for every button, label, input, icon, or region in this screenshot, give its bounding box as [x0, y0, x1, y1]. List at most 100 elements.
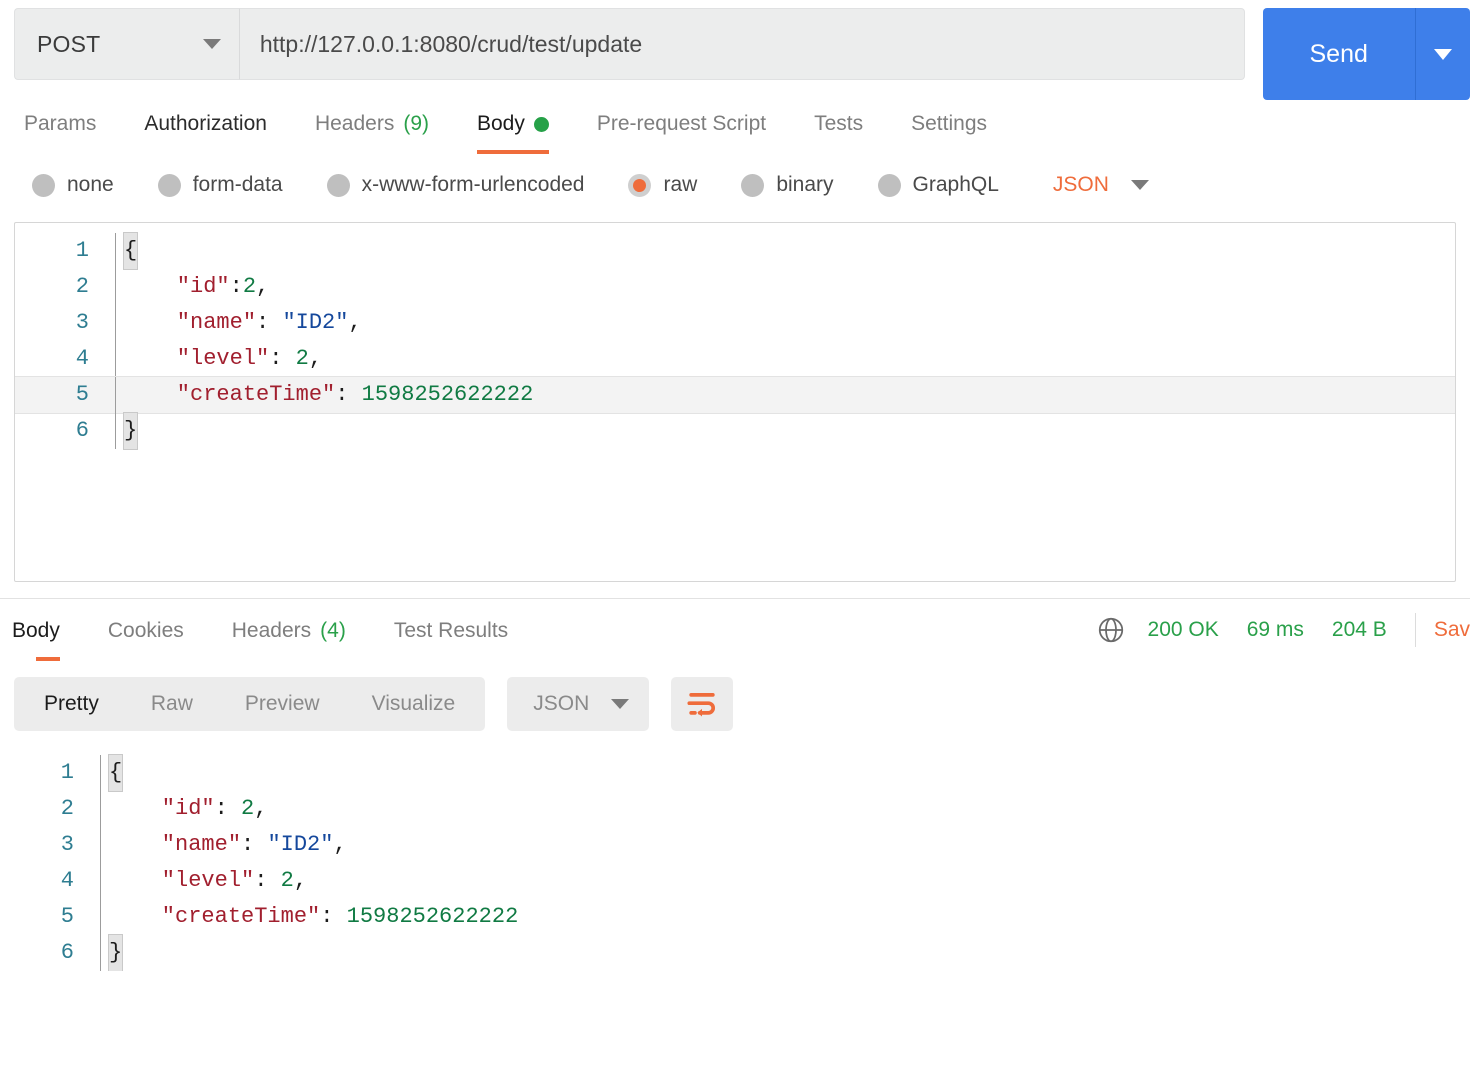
code-token: : — [254, 868, 281, 893]
response-view-pretty[interactable]: Pretty — [18, 677, 125, 731]
code-token: : — [320, 904, 347, 929]
request-body-editor[interactable]: 1{2 "id":2, 3 "name": "ID2", 4 "level": 2,… — [14, 222, 1456, 582]
tab-count-badge: (9) — [403, 112, 429, 135]
code-token: "ID2" — [282, 310, 349, 335]
radio-button-icon[interactable] — [326, 173, 350, 197]
code-line-content[interactable]: } — [115, 412, 1455, 450]
meta-divider — [1414, 613, 1416, 647]
body-type-x-www-form-urlencoded[interactable]: x-www-form-urlencoded — [326, 173, 584, 197]
code-line[interactable]: 2 "id":2, — [15, 269, 1455, 305]
code-line-content[interactable]: "id": 2, — [100, 791, 1470, 827]
globe-icon[interactable] — [1096, 615, 1126, 645]
tab-body[interactable]: Body — [453, 112, 573, 154]
tab-body[interactable]: Body — [12, 619, 84, 661]
radio-button-icon[interactable] — [628, 173, 652, 197]
send-button-group: Send — [1262, 8, 1470, 100]
body-type-graphql[interactable]: GraphQL — [877, 173, 999, 197]
tab-settings[interactable]: Settings — [887, 112, 1011, 154]
code-token: : — [335, 382, 362, 407]
response-tabs: Body Cookies Headers (4) Test Results — [12, 619, 532, 661]
response-time: 69 ms — [1246, 618, 1304, 641]
tab-pre-request-script[interactable]: Pre-request Script — [573, 112, 790, 154]
code-token: { — [122, 232, 139, 270]
code-line-content[interactable]: "id":2, — [115, 269, 1455, 305]
code-line-content[interactable]: "name": "ID2", — [115, 305, 1455, 341]
code-line[interactable]: 6} — [15, 412, 1455, 450]
radio-button-icon[interactable] — [741, 173, 765, 197]
code-token: "ID2" — [267, 832, 334, 857]
radio-button-icon[interactable] — [157, 173, 181, 197]
radio-button-icon[interactable] — [32, 173, 55, 197]
code-token: "createTime" — [124, 382, 336, 407]
code-token: "id" — [109, 796, 215, 821]
code-line-content[interactable]: "createTime": 1598252622222 — [100, 899, 1470, 935]
code-line[interactable]: 1{ — [15, 232, 1455, 270]
save-response-button[interactable]: Sav — [1434, 618, 1470, 642]
http-method-select[interactable]: POST — [14, 8, 239, 80]
body-type-raw[interactable]: raw — [628, 173, 697, 197]
body-present-dot-icon — [533, 117, 549, 132]
response-status-group: 200 OK 69 ms 204 B Sav — [1096, 613, 1470, 647]
code-token: 2 — [295, 346, 309, 371]
line-number: 5 — [60, 904, 74, 929]
tab-params[interactable]: Params — [24, 112, 120, 154]
tab-authorization[interactable]: Authorization — [120, 112, 291, 154]
code-token: 1598252622222 — [361, 382, 534, 407]
code-line-content[interactable]: "level": 2, — [100, 863, 1470, 899]
code-line-content[interactable]: "createTime": 1598252622222 — [115, 377, 1455, 413]
code-line[interactable]: 5 "createTime": 1598252622222 — [15, 377, 1455, 413]
send-button[interactable]: Send — [1262, 8, 1415, 100]
code-line[interactable]: 4 "level": 2, — [0, 863, 1470, 899]
code-token: 1598252622222 — [346, 904, 519, 929]
response-view-raw[interactable]: Raw — [125, 677, 219, 731]
chevron-down-icon — [202, 39, 221, 49]
request-url-bar: POST http://127.0.0.1:8080/crud/test/upd… — [0, 0, 1470, 100]
body-type-binary[interactable]: binary — [741, 173, 834, 197]
code-token: "level" — [109, 868, 255, 893]
tab-cookies[interactable]: Cookies — [84, 619, 208, 661]
line-number: 1 — [75, 238, 89, 263]
response-body-code[interactable]: 1{2 "id": 2,3 "name": "ID2", 4 "level": 2… — [0, 745, 1470, 971]
response-format-label: JSON — [533, 692, 590, 715]
tab-tests[interactable]: Tests — [790, 112, 887, 154]
body-type-label: GraphQL — [912, 173, 999, 196]
line-number: 6 — [60, 940, 74, 965]
code-line[interactable]: 4 "level": 2, — [15, 341, 1455, 377]
code-line-content[interactable]: "name": "ID2", — [100, 827, 1470, 863]
code-token: , — [293, 868, 308, 893]
tab-label: Body — [477, 112, 525, 135]
body-type-form-data[interactable]: form-data — [157, 173, 283, 197]
chevron-down-icon[interactable] — [1130, 180, 1149, 190]
body-type-label: raw — [663, 173, 698, 196]
response-body-viewer[interactable]: 1{2 "id": 2,3 "name": "ID2", 4 "level": 2… — [0, 745, 1470, 971]
code-line[interactable]: 2 "id": 2, — [0, 791, 1470, 827]
code-line[interactable]: 3 "name": "ID2", — [0, 827, 1470, 863]
code-line-content[interactable]: "level": 2, — [115, 341, 1455, 377]
tab-label: Authorization — [144, 112, 267, 135]
response-view-preview[interactable]: Preview — [219, 677, 346, 731]
code-token: , — [333, 832, 347, 857]
tab-label: Headers — [314, 112, 395, 135]
tab-test-results[interactable]: Test Results — [370, 619, 532, 661]
code-line[interactable]: 5 "createTime": 1598252622222 — [0, 899, 1470, 935]
code-line[interactable]: 1{ — [0, 754, 1470, 792]
code-line-content[interactable]: { — [100, 754, 1470, 792]
raw-format-label[interactable]: JSON — [1053, 173, 1109, 197]
tab-headers[interactable]: Headers (4) — [208, 619, 370, 661]
radio-button-icon[interactable] — [877, 173, 901, 197]
http-method-label: POST — [37, 30, 101, 57]
send-options-button[interactable] — [1415, 8, 1470, 100]
code-line[interactable]: 6} — [0, 934, 1470, 971]
word-wrap-toggle-button[interactable] — [671, 677, 734, 731]
response-format-select[interactable]: JSON — [507, 677, 650, 731]
response-view-visualize[interactable]: Visualize — [346, 677, 482, 731]
line-number: 3 — [75, 310, 89, 335]
request-body-code[interactable]: 1{2 "id":2, 3 "name": "ID2", 4 "level": 2,… — [15, 223, 1455, 450]
tab-headers[interactable]: Headers (9) — [291, 112, 453, 154]
code-line-content[interactable]: } — [100, 934, 1470, 971]
tab-label: Settings — [911, 112, 988, 135]
request-url-input[interactable]: http://127.0.0.1:8080/crud/test/update — [238, 8, 1245, 80]
body-type-none[interactable]: none — [32, 173, 114, 197]
code-line-content[interactable]: { — [115, 232, 1455, 270]
code-line[interactable]: 3 "name": "ID2", — [15, 305, 1455, 341]
